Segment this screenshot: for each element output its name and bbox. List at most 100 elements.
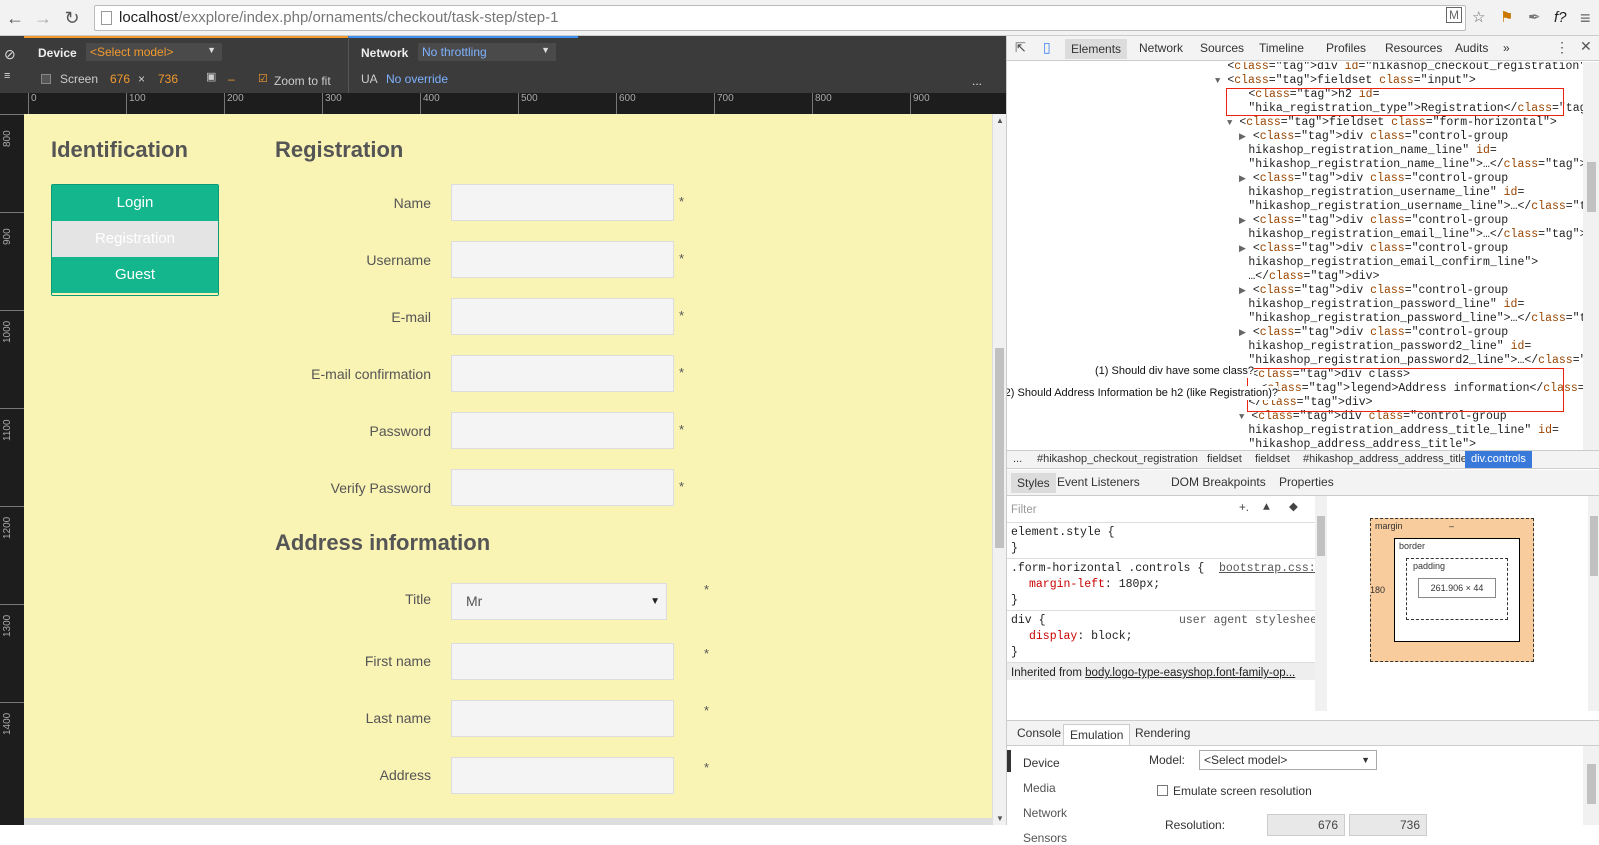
new-rule-icon[interactable]: +. [1239, 500, 1249, 516]
dom-node-line[interactable]: ▼ <class="tag">fieldset class="form-hori… [1227, 116, 1557, 130]
resolution-height-input[interactable]: 736 [1349, 814, 1427, 836]
emulation-side-device[interactable]: Device [1023, 756, 1060, 770]
styles-scrollbar[interactable] [1315, 496, 1327, 711]
breadcrumb-item[interactable]: #hikashop_checkout_registration [1037, 451, 1198, 468]
dom-node-line[interactable]: hikashop_registration_address_title_line… [1236, 424, 1559, 438]
stylesheet-link[interactable]: bootstrap.css:1 [1219, 561, 1323, 577]
extension-icon[interactable]: ⚑ [1500, 8, 1513, 28]
tab-dom-breakpoints[interactable]: DOM Breakpoints [1171, 475, 1266, 489]
dom-node-line[interactable]: ▼ <class="tag">fieldset class="input"> [1215, 74, 1476, 88]
reader-icon[interactable]: M [1446, 7, 1462, 23]
eyedropper-icon[interactable]: ✒ [1528, 8, 1541, 28]
tree-icon[interactable]: ≡ [4, 70, 10, 82]
page-vertical-scrollbar[interactable]: ▲ ▼ [992, 114, 1006, 825]
dom-node-line[interactable]: ▶ <class="tag">div class="control-group [1239, 242, 1508, 256]
page-horizontal-scrollbar[interactable] [24, 818, 992, 825]
dom-node-line[interactable]: …</class="tag">div> [1236, 270, 1379, 284]
breadcrumb-item[interactable]: fieldset [1207, 451, 1242, 468]
dom-node-line[interactable]: "hikashop_registration_password2_line">…… [1236, 354, 1583, 368]
pin-icon[interactable]: ▲ [1263, 500, 1270, 516]
dom-node-line[interactable]: hikashop_registration_email_confirm_line… [1236, 256, 1538, 270]
close-icon[interactable]: ✕ [1580, 38, 1592, 55]
login-tab[interactable]: Login [52, 185, 218, 221]
back-arrow-icon[interactable]: ← [4, 7, 26, 29]
fonts-extension-icon[interactable]: f? [1554, 8, 1567, 28]
resolution-width-input[interactable]: 676 [1267, 814, 1345, 836]
css-property[interactable]: margin-left [1029, 578, 1105, 591]
screen-height[interactable]: 736 [158, 72, 178, 86]
guest-tab[interactable]: Guest [52, 257, 218, 293]
first-name-input[interactable] [451, 643, 674, 680]
tab-resources[interactable]: Resources [1385, 41, 1442, 55]
dom-node-line[interactable]: ▶ <class="tag">div class="control-group [1239, 284, 1508, 298]
ua-value[interactable]: No override [386, 72, 448, 86]
inherited-link[interactable]: body.logo-type-easyshop.font-family-op..… [1085, 667, 1295, 679]
name-input[interactable] [451, 184, 674, 221]
dom-node-line[interactable]: "hikashop_registration_name_line">…</cla… [1236, 158, 1583, 172]
title-select[interactable]: Mr ▼ [451, 583, 667, 620]
password-input[interactable] [451, 412, 674, 449]
address-input[interactable] [451, 757, 674, 794]
block-icon[interactable]: ⊘ [4, 46, 16, 63]
tab-timeline[interactable]: Timeline [1259, 41, 1304, 55]
dom-node-line[interactable]: "hikashop_registration_password_line">…<… [1236, 312, 1583, 326]
dom-node-line[interactable]: ▶ <class="tag">div class="control-group [1239, 214, 1508, 228]
dom-node-line[interactable]: ▶ <class="tag">div class="control-group [1239, 172, 1508, 186]
dom-node-line[interactable]: hikashop_registration_password2_line" id… [1236, 340, 1531, 354]
dom-node-line[interactable]: ▶ <class="tag">div class="control-group [1239, 130, 1508, 144]
device-mode-icon[interactable]: ▯ [1043, 39, 1051, 56]
css-value[interactable]: : 180px; [1105, 578, 1160, 591]
menu-icon[interactable]: ≡ [1580, 8, 1591, 28]
tab-rendering[interactable]: Rendering [1135, 726, 1190, 740]
registration-tab[interactable]: Registration [52, 221, 218, 257]
star-icon[interactable]: ☆ [1472, 8, 1485, 28]
dom-node-line[interactable]: hikashop_registration_password_line" id= [1236, 298, 1524, 312]
color-format-icon[interactable]: ◆ [1289, 500, 1298, 516]
dom-node-line[interactable]: "hikashop_address_address_title"> [1236, 438, 1476, 450]
tab-properties[interactable]: Properties [1279, 475, 1334, 489]
dom-node-line[interactable]: hikashop_registration_username_line" id= [1236, 186, 1524, 200]
emulation-side-network[interactable]: Network [1023, 806, 1067, 820]
address-bar[interactable]: localhost/exxplore/index.php/ornaments/c… [94, 5, 1466, 31]
dom-node-line[interactable]: hikashop_registration_email_line">…</cla… [1236, 228, 1583, 242]
css-property[interactable]: display [1029, 630, 1077, 643]
breadcrumb-item[interactable]: ... [1013, 451, 1022, 468]
dom-node-line[interactable]: "hikashop_registration_username_line">…<… [1236, 200, 1583, 214]
breadcrumb-item-selected[interactable]: div.controls [1465, 451, 1532, 468]
tab-elements[interactable]: Elements [1065, 39, 1128, 59]
dom-scrollbar[interactable] [1583, 62, 1599, 450]
css-value[interactable]: : block; [1077, 630, 1132, 643]
emulation-side-media[interactable]: Media [1023, 781, 1056, 795]
box-scrollbar[interactable] [1588, 496, 1599, 711]
tab-emulation[interactable]: Emulation [1063, 724, 1131, 745]
dom-tree[interactable]: <class="tag">div id="hikashop_checkout_r… [1007, 62, 1583, 450]
breadcrumb-item[interactable]: #hikashop_address_address_title [1303, 451, 1467, 468]
screen-width[interactable]: 676 [110, 72, 130, 86]
model-select[interactable]: <Select model> ▼ [1199, 750, 1377, 770]
tab-network[interactable]: Network [1139, 41, 1183, 55]
email-input[interactable] [451, 298, 674, 335]
tab-profiles[interactable]: Profiles [1326, 41, 1366, 55]
reload-icon[interactable]: ↻ [61, 7, 83, 29]
dom-node-line[interactable]: hikashop_registration_name_line" id= [1236, 144, 1496, 158]
more-icon[interactable]: ... [972, 74, 982, 88]
email-confirmation-input[interactable] [451, 355, 674, 392]
forward-arrow-icon[interactable]: → [32, 7, 54, 29]
tab-audits[interactable]: Audits [1455, 41, 1488, 55]
swap-dimensions-icon[interactable]: ▣ [206, 70, 216, 83]
device-select[interactable]: <Select model> ▼ [86, 43, 222, 61]
zoom-checkbox[interactable]: ☑ [258, 72, 268, 85]
breadcrumb-item[interactable]: fieldset [1255, 451, 1290, 468]
network-select[interactable]: No throttling ▼ [418, 43, 556, 61]
tab-styles[interactable]: Styles [1011, 473, 1056, 493]
inspect-icon[interactable]: ⇱ [1015, 40, 1026, 56]
filter-input[interactable]: Filter [1011, 502, 1037, 518]
verify-password-input[interactable] [451, 469, 674, 506]
emulation-side-sensors[interactable]: Sensors [1023, 831, 1067, 845]
emulate-resolution-checkbox[interactable] [1157, 785, 1168, 796]
pixel-ratio[interactable]: – [228, 72, 235, 86]
tab-more[interactable]: » [1503, 41, 1510, 55]
username-input[interactable] [451, 241, 674, 278]
dom-node-line[interactable]: <class="tag">div id="hikashop_checkout_r… [1215, 62, 1583, 74]
drawer-scrollbar[interactable] [1583, 746, 1599, 825]
